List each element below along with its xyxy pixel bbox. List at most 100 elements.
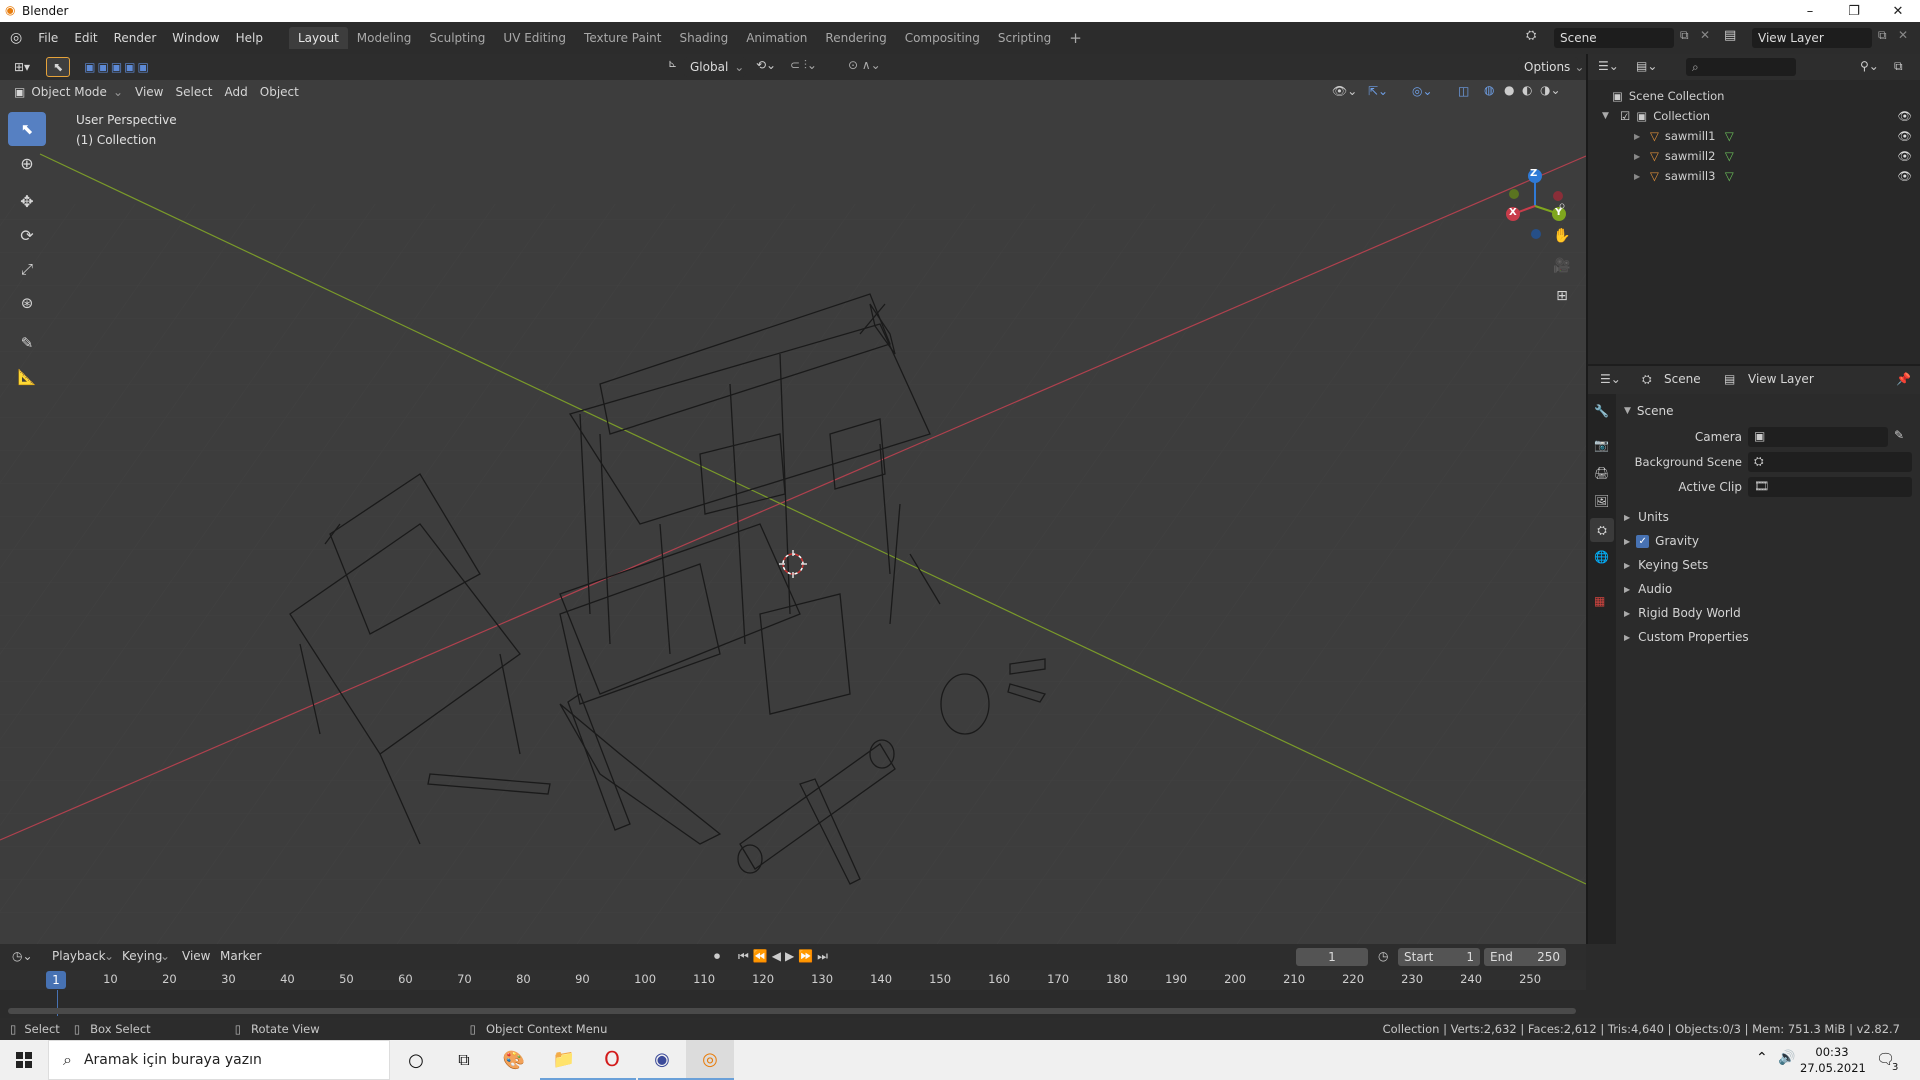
outliner-object-row[interactable]: ▶ ▽ sawmill2 ▽ 👁	[1634, 146, 1920, 166]
tab-sculpting[interactable]: Sculpting	[420, 27, 494, 49]
orientation-icon[interactable]: ⊾	[668, 57, 677, 70]
tab-modeling[interactable]: Modeling	[348, 27, 421, 49]
tab-scripting[interactable]: Scripting	[989, 27, 1060, 49]
editor-type-icon[interactable]: ⊞▾	[8, 58, 36, 76]
volume-icon[interactable]: 🔊	[1778, 1050, 1795, 1066]
measure-tool-icon[interactable]: 📐	[8, 360, 46, 394]
view-layer-tab-icon[interactable]: 🖼	[1594, 494, 1609, 508]
paint-app-icon[interactable]: 🎨	[490, 1040, 538, 1080]
minimize-button[interactable]: –	[1788, 0, 1832, 22]
gravity-checkbox[interactable]: ✓	[1636, 534, 1650, 548]
background-scene-input[interactable]: ⛭	[1748, 452, 1912, 472]
menu-file[interactable]: File	[30, 31, 66, 45]
checkbox-checked-icon[interactable]: ☑	[1620, 109, 1630, 123]
add-workspace-icon[interactable]: +	[1060, 25, 1091, 51]
tool-tab-icon[interactable]: 🔧	[1594, 404, 1609, 418]
gizmo-x-label[interactable]: X	[1509, 207, 1517, 218]
playhead[interactable]: 1	[46, 971, 66, 989]
rendered-shading-icon[interactable]: ◑⌄	[1540, 83, 1561, 97]
rotate-tool-icon[interactable]: ⟳	[8, 218, 46, 252]
maximize-button[interactable]: ❐	[1832, 0, 1876, 22]
record-icon[interactable]: ⏺	[714, 949, 720, 964]
menu-marker[interactable]: Marker	[220, 949, 261, 963]
panel-audio[interactable]: ▶ Audio	[1624, 578, 1916, 600]
file-explorer-icon[interactable]: 📁	[540, 1040, 588, 1080]
3d-viewport[interactable]: Z Y X ⊞▾ ⬉ ▣▣▣▣▣ ⊾ Global ⌄ ⟲⌄ ⊂ ⫶⌄ ⊙ ∧⌄ …	[0, 54, 1586, 944]
tab-rendering[interactable]: Rendering	[816, 27, 895, 49]
playback-controls-icon[interactable]: ⏮⏪◀▶⏩⏭	[738, 949, 832, 964]
active-clip-input[interactable]: 🎞	[1748, 477, 1912, 497]
output-tab-icon[interactable]: 🖨	[1594, 466, 1609, 480]
scene-tab-icon[interactable]: ⛭	[1590, 518, 1614, 542]
proportional-editing-icon[interactable]: ⊙ ∧⌄	[848, 58, 881, 72]
filter-icon[interactable]: ⚲⌄	[1860, 59, 1879, 73]
object-mode-dropdown[interactable]: Object Mode	[25, 83, 113, 101]
properties-editor-icon[interactable]: ☰⌄	[1600, 372, 1621, 386]
timeline-scrollbar[interactable]	[8, 1008, 1576, 1014]
tab-shading[interactable]: Shading	[670, 27, 737, 49]
expand-arrow-icon[interactable]: ▶	[1634, 152, 1644, 161]
menu-select[interactable]: Select	[169, 83, 218, 101]
outliner-search-input[interactable]: ⌕	[1686, 58, 1796, 76]
tray-chevron-up-icon[interactable]: ⌃	[1756, 1050, 1768, 1066]
eyedropper-icon[interactable]: ✎	[1894, 428, 1904, 442]
selection-mode-icons[interactable]: ▣▣▣▣▣	[78, 58, 157, 76]
preview-range-icon[interactable]: ◷	[1378, 949, 1388, 963]
menu-playback[interactable]: Playback	[52, 949, 106, 963]
move-tool-icon[interactable]: ✥	[8, 184, 46, 218]
visibility-icon[interactable]: 👁⌄	[1332, 84, 1357, 98]
eye-icon[interactable]: 👁	[1897, 129, 1912, 143]
timeline[interactable]: ◷⌄ Playback ⌄ Keying ⌄ View Marker ⏺ ⏮⏪◀…	[0, 944, 1586, 1026]
perspective-toggle-icon[interactable]: ⊞	[1548, 282, 1576, 310]
pivot-point-icon[interactable]: ⟲⌄	[756, 58, 776, 72]
timeline-editor-icon[interactable]: ◷⌄	[12, 949, 33, 963]
menu-window[interactable]: Window	[164, 31, 227, 45]
annotate-tool-icon[interactable]: ✎	[8, 326, 46, 360]
cursor-tool-icon[interactable]: ⊕	[8, 146, 46, 180]
close-button[interactable]: ✕	[1876, 0, 1920, 22]
delete-scene-icon[interactable]: ✕	[1700, 28, 1710, 42]
tweak-tool-icon[interactable]: ⬉	[46, 57, 71, 77]
mesh-data-icon[interactable]: ▽	[1725, 149, 1734, 163]
texture-tab-icon[interactable]: ▦	[1594, 594, 1605, 608]
tab-animation[interactable]: Animation	[737, 27, 816, 49]
transform-orientation-dropdown[interactable]: Global ⌄	[684, 57, 746, 77]
menu-render[interactable]: Render	[106, 31, 165, 45]
render-tab-icon[interactable]: 📷	[1594, 438, 1609, 452]
panel-custom-properties[interactable]: ▶ Custom Properties	[1624, 626, 1916, 648]
menu-edit[interactable]: Edit	[66, 31, 105, 45]
tab-compositing[interactable]: Compositing	[896, 27, 989, 49]
scene-panel-header[interactable]: ▼ Scene	[1624, 400, 1674, 422]
panel-gravity[interactable]: ▶ ✓ Gravity	[1624, 530, 1916, 552]
xray-toggle-icon[interactable]: ◫	[1458, 84, 1469, 98]
frame-ruler[interactable]: 1 10 20 30 40 50 60 70 80 90 100 110 120 130 140 150 16…	[0, 970, 1586, 990]
pan-hand-icon[interactable]: ✋	[1548, 222, 1576, 250]
panel-units[interactable]: ▶ Units	[1624, 506, 1916, 528]
mesh-data-icon[interactable]: ▽	[1725, 129, 1734, 143]
world-tab-icon[interactable]: 🌐	[1594, 550, 1609, 564]
blender-taskbar-icon[interactable]: ◎	[686, 1040, 734, 1080]
tab-texture-paint[interactable]: Texture Paint	[575, 27, 670, 49]
camera-input[interactable]: ▣	[1748, 427, 1888, 447]
tab-layout[interactable]: Layout	[288, 27, 348, 49]
mesh-data-icon[interactable]: ▽	[1725, 169, 1734, 183]
outliner-scene-collection[interactable]: ▣ Scene Collection	[1612, 86, 1724, 106]
outliner-object-row[interactable]: ▶ ▽ sawmill3 ▽ 👁	[1634, 166, 1920, 186]
menu-view[interactable]: View	[129, 83, 169, 101]
menu-keying[interactable]: Keying	[122, 949, 162, 963]
outliner-collection-row[interactable]: ▼ ☑ ▣ Collection 👁	[1602, 106, 1920, 126]
scene-icon[interactable]: ⛭	[1526, 28, 1536, 43]
options-dropdown[interactable]: Options ⌄	[1518, 57, 1584, 77]
eye-icon[interactable]: 👁	[1897, 169, 1912, 183]
scene-breadcrumb[interactable]: Scene	[1664, 372, 1701, 386]
transform-tool-icon[interactable]: ⊛	[8, 286, 46, 320]
snap-icon[interactable]: ⊂ ⫶⌄	[790, 58, 817, 73]
new-collection-icon[interactable]: ⧉	[1894, 59, 1903, 74]
zoom-icon[interactable]: ⌕	[1548, 192, 1576, 220]
menu-object[interactable]: Object	[254, 83, 305, 101]
new-scene-icon[interactable]: ⧉	[1680, 28, 1689, 43]
eye-icon[interactable]: 👁	[1897, 149, 1912, 163]
expand-arrow-icon[interactable]: ▼	[1602, 111, 1614, 121]
gizmo-z-label[interactable]: Z	[1530, 168, 1537, 179]
windows-start-icon[interactable]	[0, 1040, 48, 1080]
